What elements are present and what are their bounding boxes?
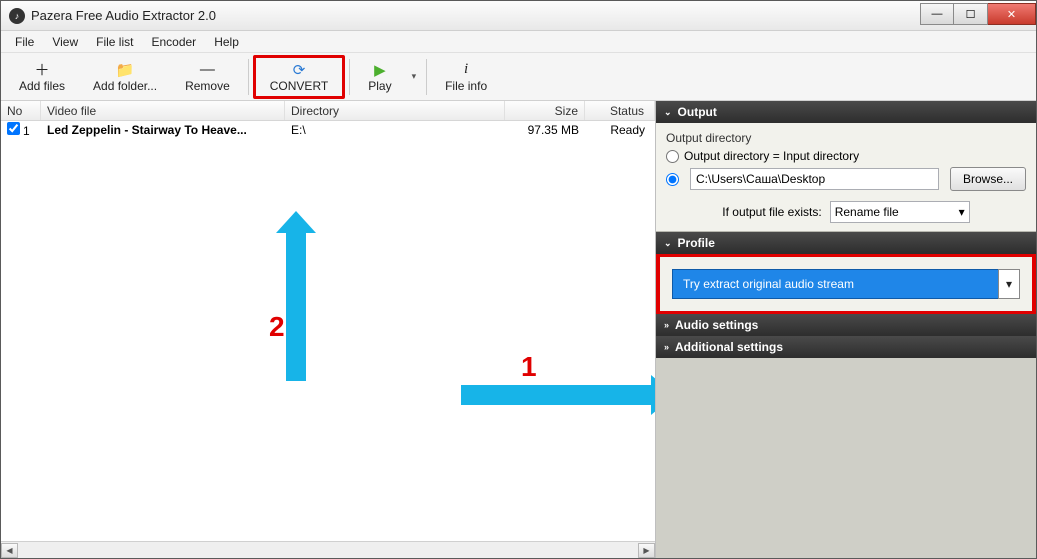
annotation-label-2: 2 xyxy=(269,311,285,343)
app-icon: ♪ xyxy=(9,8,25,24)
menu-encoder[interactable]: Encoder xyxy=(143,33,204,51)
profile-panel: Try extract original audio stream ▾ xyxy=(656,254,1036,314)
radio-custom-dir[interactable] xyxy=(666,173,679,186)
chevron-down-icon: ▾ xyxy=(959,205,965,219)
add-folder-button[interactable]: 📁 Add folder... xyxy=(79,55,171,99)
app-title: Pazera Free Audio Extractor 2.0 xyxy=(31,8,216,23)
output-header[interactable]: ⌄ Output xyxy=(656,101,1036,123)
row-no: 1 xyxy=(1,122,41,138)
scroll-left-icon[interactable]: ◀ xyxy=(1,543,18,558)
list-body[interactable]: 1 Led Zeppelin - Stairway To Heave... E:… xyxy=(1,121,655,541)
horizontal-scrollbar[interactable]: ◀ ▶ xyxy=(1,541,655,558)
file-list-pane: No Video file Directory Size Status 1 Le… xyxy=(1,101,656,558)
chevron-right-icon: » xyxy=(664,320,669,330)
play-icon: ▶ xyxy=(374,61,386,79)
toolbar-separator xyxy=(426,59,427,95)
folder-icon: 📁 xyxy=(116,61,135,79)
minimize-button[interactable]: — xyxy=(920,3,954,25)
output-panel: Output directory Output directory = Inpu… xyxy=(656,123,1036,232)
remove-button[interactable]: — Remove xyxy=(171,55,244,99)
convert-label: CONVERT xyxy=(270,79,328,93)
convert-button[interactable]: ⟳ CONVERT xyxy=(253,55,345,99)
output-dir-label: Output directory xyxy=(666,131,1026,145)
toolbar-separator xyxy=(349,59,350,95)
radio-same-dir[interactable] xyxy=(666,150,679,163)
close-button[interactable]: ✕ xyxy=(988,3,1036,25)
titlebar: ♪ Pazera Free Audio Extractor 2.0 — ☐ ✕ xyxy=(1,1,1036,31)
info-icon: i xyxy=(464,61,468,79)
output-header-label: Output xyxy=(678,105,717,119)
chevron-right-icon: » xyxy=(664,342,669,352)
profile-header[interactable]: ⌄ Profile xyxy=(656,232,1036,254)
table-row[interactable]: 1 Led Zeppelin - Stairway To Heave... E:… xyxy=(1,121,655,139)
output-custom-dir-option: Browse... xyxy=(666,167,1026,191)
file-exists-label: If output file exists: xyxy=(722,205,821,219)
menu-view[interactable]: View xyxy=(44,33,86,51)
file-exists-value: Rename file xyxy=(835,205,899,219)
add-files-button[interactable]: ＋ Add files xyxy=(5,55,79,99)
app-window: ♪ Pazera Free Audio Extractor 2.0 — ☐ ✕ … xyxy=(0,0,1037,559)
row-checkbox[interactable] xyxy=(7,122,20,135)
profile-header-label: Profile xyxy=(678,236,715,250)
audio-settings-label: Audio settings xyxy=(675,318,758,332)
add-files-label: Add files xyxy=(19,79,65,93)
browse-button[interactable]: Browse... xyxy=(950,167,1026,191)
menu-filelist[interactable]: File list xyxy=(88,33,141,51)
chevron-down-icon[interactable]: ▾ xyxy=(998,269,1020,299)
menubar: File View File list Encoder Help xyxy=(1,31,1036,53)
menu-file[interactable]: File xyxy=(7,33,42,51)
menu-help[interactable]: Help xyxy=(206,33,247,51)
chevron-down-icon: ⌄ xyxy=(664,107,672,118)
output-same-dir-label: Output directory = Input directory xyxy=(684,149,859,163)
window-controls: — ☐ ✕ xyxy=(920,6,1036,25)
output-path-input[interactable] xyxy=(690,168,939,190)
file-exists-select[interactable]: Rename file ▾ xyxy=(830,201,970,223)
empty-area xyxy=(656,358,1036,558)
col-file[interactable]: Video file xyxy=(41,101,285,120)
annotation-label-1: 1 xyxy=(521,351,537,383)
scroll-right-icon[interactable]: ▶ xyxy=(638,543,655,558)
play-button[interactable]: ▶ Play xyxy=(354,55,405,99)
audio-settings-header[interactable]: » Audio settings xyxy=(656,314,1036,336)
list-header: No Video file Directory Size Status xyxy=(1,101,655,121)
settings-pane: ⌄ Output Output directory Output directo… xyxy=(656,101,1036,558)
toolbar-separator xyxy=(248,59,249,95)
maximize-button[interactable]: ☐ xyxy=(954,3,988,25)
annotation-arrow-1 xyxy=(461,385,651,405)
row-status: Ready xyxy=(585,123,655,137)
additional-settings-header[interactable]: » Additional settings xyxy=(656,336,1036,358)
play-dropdown[interactable]: ▾ xyxy=(406,71,423,82)
row-file: Led Zeppelin - Stairway To Heave... xyxy=(41,123,285,137)
remove-label: Remove xyxy=(185,79,230,93)
row-number: 1 xyxy=(23,124,30,138)
file-exists-row: If output file exists: Rename file ▾ xyxy=(666,201,1026,223)
convert-icon: ⟳ xyxy=(293,61,306,79)
annotation-arrow-2 xyxy=(286,233,306,381)
row-size: 97.35 MB xyxy=(505,123,585,137)
play-label: Play xyxy=(368,79,391,93)
profile-value: Try extract original audio stream xyxy=(683,277,854,291)
row-dir: E:\ xyxy=(285,123,505,137)
plus-icon: ＋ xyxy=(35,61,50,79)
file-info-button[interactable]: i File info xyxy=(431,55,501,99)
chevron-down-icon: ⌄ xyxy=(664,238,672,249)
col-status[interactable]: Status xyxy=(585,101,655,120)
toolbar: ＋ Add files 📁 Add folder... — Remove ⟳ C… xyxy=(1,53,1036,101)
col-no[interactable]: No xyxy=(1,101,41,120)
col-dir[interactable]: Directory xyxy=(285,101,505,120)
col-size[interactable]: Size xyxy=(505,101,585,120)
minus-icon: — xyxy=(200,61,215,79)
output-same-dir-option[interactable]: Output directory = Input directory xyxy=(666,149,1026,163)
profile-select[interactable]: Try extract original audio stream ▾ xyxy=(672,269,1020,299)
body-area: No Video file Directory Size Status 1 Le… xyxy=(1,101,1036,558)
add-folder-label: Add folder... xyxy=(93,79,157,93)
file-info-label: File info xyxy=(445,79,487,93)
additional-settings-label: Additional settings xyxy=(675,340,783,354)
